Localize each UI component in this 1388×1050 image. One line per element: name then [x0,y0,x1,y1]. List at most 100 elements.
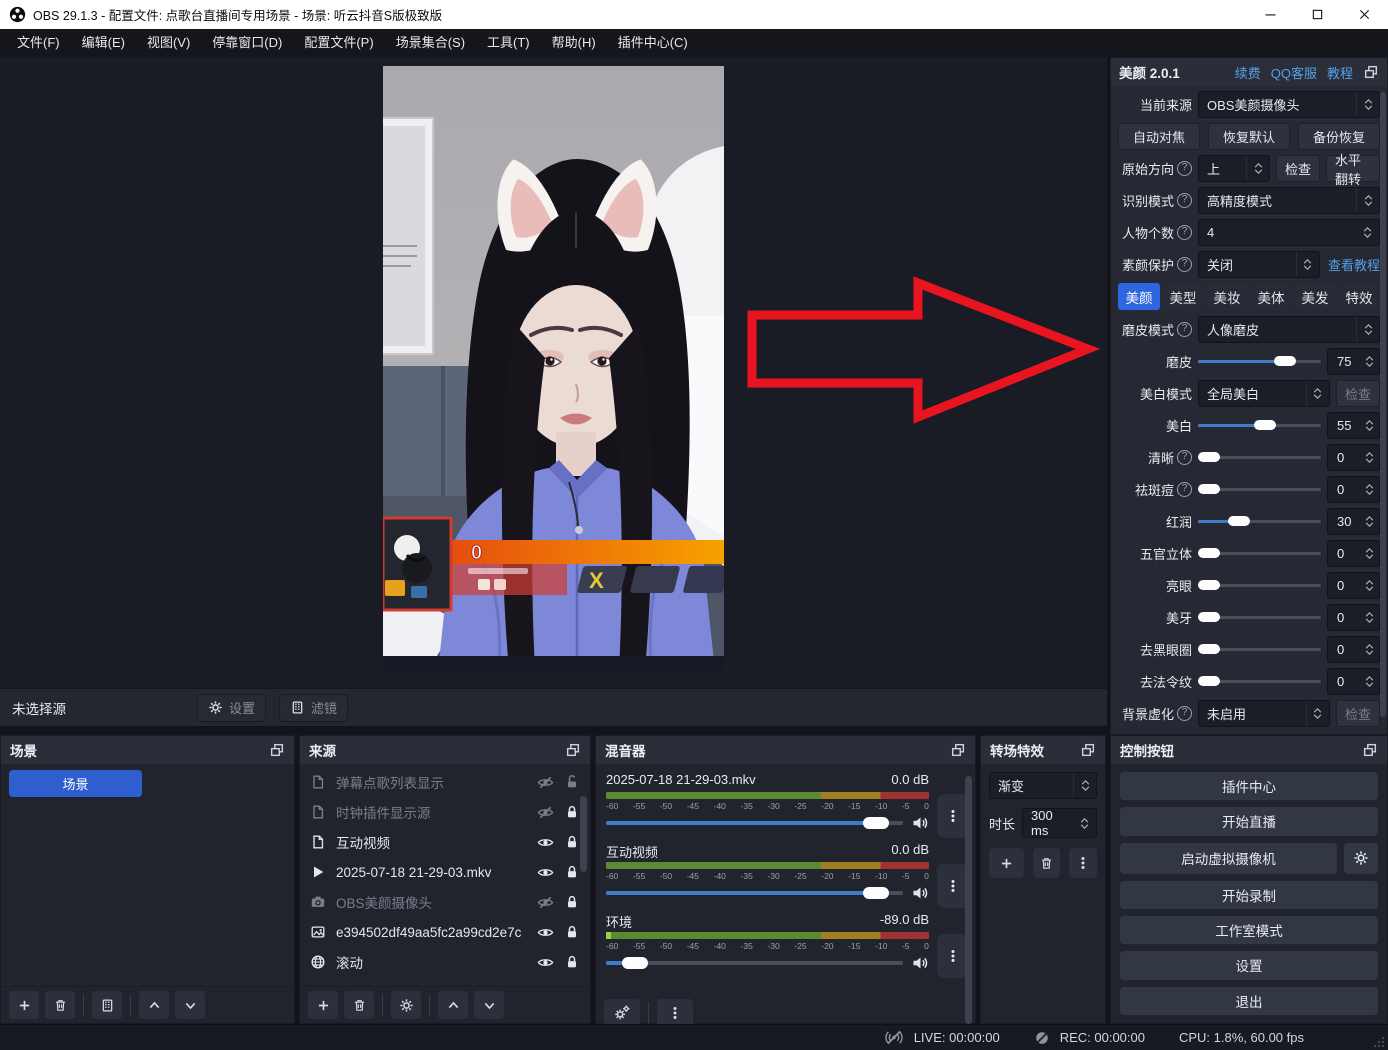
help-icon[interactable]: ? [1177,322,1192,337]
contour-slider[interactable] [1198,540,1321,567]
popout-icon[interactable] [1080,742,1096,758]
popout-icon[interactable] [269,742,285,758]
qq-support-link[interactable]: QQ客服 [1271,63,1317,82]
minimize-button[interactable] [1247,0,1294,29]
add-transition-button[interactable] [989,848,1024,878]
smooth-value-spinner[interactable]: 75 [1327,348,1380,375]
speaker-icon[interactable] [911,814,929,832]
clarity-value-spinner[interactable]: 0 [1327,444,1380,471]
spinner-arrows[interactable] [1296,252,1319,277]
lock-open-icon[interactable] [564,774,580,790]
source-properties-button[interactable]: 设置 [197,694,266,722]
remove-scene-button[interactable] [45,991,75,1019]
spinner-arrows[interactable] [1356,188,1379,213]
smile-lines-slider[interactable] [1198,668,1321,695]
exit-button[interactable]: 退出 [1120,987,1378,1015]
eye-off-icon[interactable] [537,774,554,791]
eye-icon[interactable] [537,834,554,851]
blemish-value-spinner[interactable]: 0 [1327,476,1380,503]
volume-slider[interactable] [606,812,903,834]
whiten-mode-select[interactable]: 全局美白 [1198,380,1330,407]
whiten-slider[interactable] [1198,412,1321,439]
contour-value-spinner[interactable]: 0 [1327,540,1380,567]
help-icon[interactable]: ? [1177,482,1192,497]
backup-restore-button[interactable]: 备份恢复 [1298,123,1380,150]
horizontal-flip-button[interactable]: 水平翻转 [1326,155,1380,182]
remove-transition-button[interactable] [1033,848,1061,878]
rosy-slider[interactable] [1198,508,1321,535]
settings-button[interactable]: 设置 [1120,951,1378,979]
spinner-arrows[interactable] [1306,381,1329,406]
lock-icon[interactable] [564,864,580,880]
orientation-check-button[interactable]: 检查 [1276,155,1320,182]
mixer-scrollbar[interactable] [965,776,972,1024]
tutorial-link[interactable]: 教程 [1327,63,1353,82]
eye-icon[interactable] [537,864,554,881]
source-row[interactable]: 互动视频 [300,827,590,857]
menu-edit[interactable]: 编辑(E) [71,29,136,57]
spinner-arrows[interactable] [1306,701,1329,726]
popout-icon[interactable] [565,742,581,758]
add-scene-button[interactable] [9,991,39,1019]
popout-icon[interactable] [1362,742,1378,758]
source-up-button[interactable] [438,991,468,1019]
start-recording-button[interactable]: 开始录制 [1120,881,1378,909]
recognition-select[interactable]: 高精度模式 [1198,187,1380,214]
bright-eyes-value-spinner[interactable]: 0 [1327,572,1380,599]
blemish-slider[interactable] [1198,476,1321,503]
lock-icon[interactable] [564,954,580,970]
face-protect-select[interactable]: 关闭 [1198,251,1320,278]
lock-icon[interactable] [564,834,580,850]
mixer-menu-button[interactable] [657,999,693,1027]
preview-area[interactable]: 0 X [0,57,1107,688]
smooth-mode-select[interactable]: 人像磨皮 [1198,316,1380,343]
volume-slider[interactable] [606,952,903,974]
studio-mode-button[interactable]: 工作室模式 [1120,916,1378,944]
tab-effects[interactable]: 特效 [1338,283,1380,310]
beauty-panel-scrollbar[interactable] [1380,92,1386,717]
tab-shape[interactable]: 美型 [1162,283,1204,310]
spinner-arrows[interactable] [1356,92,1379,117]
lock-icon[interactable] [564,804,580,820]
bright-eyes-slider[interactable] [1198,572,1321,599]
speaker-icon[interactable] [911,954,929,972]
tab-body[interactable]: 美体 [1250,283,1292,310]
advanced-audio-button[interactable] [604,999,640,1027]
eye-icon[interactable] [537,924,554,941]
menu-profile[interactable]: 配置文件(P) [293,29,384,57]
popout-icon[interactable] [1363,64,1379,80]
resize-grip[interactable] [1374,1036,1385,1047]
eye-icon[interactable] [537,954,554,971]
menu-help[interactable]: 帮助(H) [541,29,607,57]
source-row[interactable]: 时钟插件显示源 [300,797,590,827]
source-row[interactable]: OBS美颜摄像头 [300,887,590,917]
dark-circles-value-spinner[interactable]: 0 [1327,636,1380,663]
close-button[interactable] [1341,0,1388,29]
spinner-arrows[interactable] [1073,773,1096,798]
help-icon[interactable]: ? [1177,257,1192,272]
scene-filters-button[interactable] [92,991,122,1019]
whiten-value-spinner[interactable]: 55 [1327,412,1380,439]
spinner-arrows[interactable] [1356,220,1379,245]
transition-menu-button[interactable] [1069,848,1097,878]
source-filters-button[interactable]: 滤镜 [279,694,348,722]
tab-hair[interactable]: 美发 [1294,283,1336,310]
menu-file[interactable]: 文件(F) [6,29,71,57]
spinner-arrows[interactable] [1246,156,1269,181]
scene-down-button[interactable] [175,991,205,1019]
source-row[interactable]: 弹幕点歌列表显示 [300,767,590,797]
current-source-select[interactable]: OBS美颜摄像头 [1198,91,1380,118]
source-row[interactable]: e394502df49aa5fc2a99cd2e7c [300,917,590,947]
teeth-value-spinner[interactable]: 0 [1327,604,1380,631]
clarity-slider[interactable] [1198,444,1321,471]
speaker-icon[interactable] [911,884,929,902]
source-row[interactable]: 滚动 [300,947,590,977]
transition-select[interactable]: 渐变 [989,772,1097,799]
menu-docks[interactable]: 停靠窗口(D) [201,29,293,57]
orientation-select[interactable]: 上 [1198,155,1270,182]
start-virtual-camera-button[interactable]: 启动虚拟摄像机 [1120,843,1337,874]
rosy-value-spinner[interactable]: 30 [1327,508,1380,535]
tab-beauty[interactable]: 美颜 [1118,283,1160,310]
sources-scrollbar[interactable] [580,796,587,872]
source-row[interactable]: 2025-07-18 21-29-03.mkv [300,857,590,887]
